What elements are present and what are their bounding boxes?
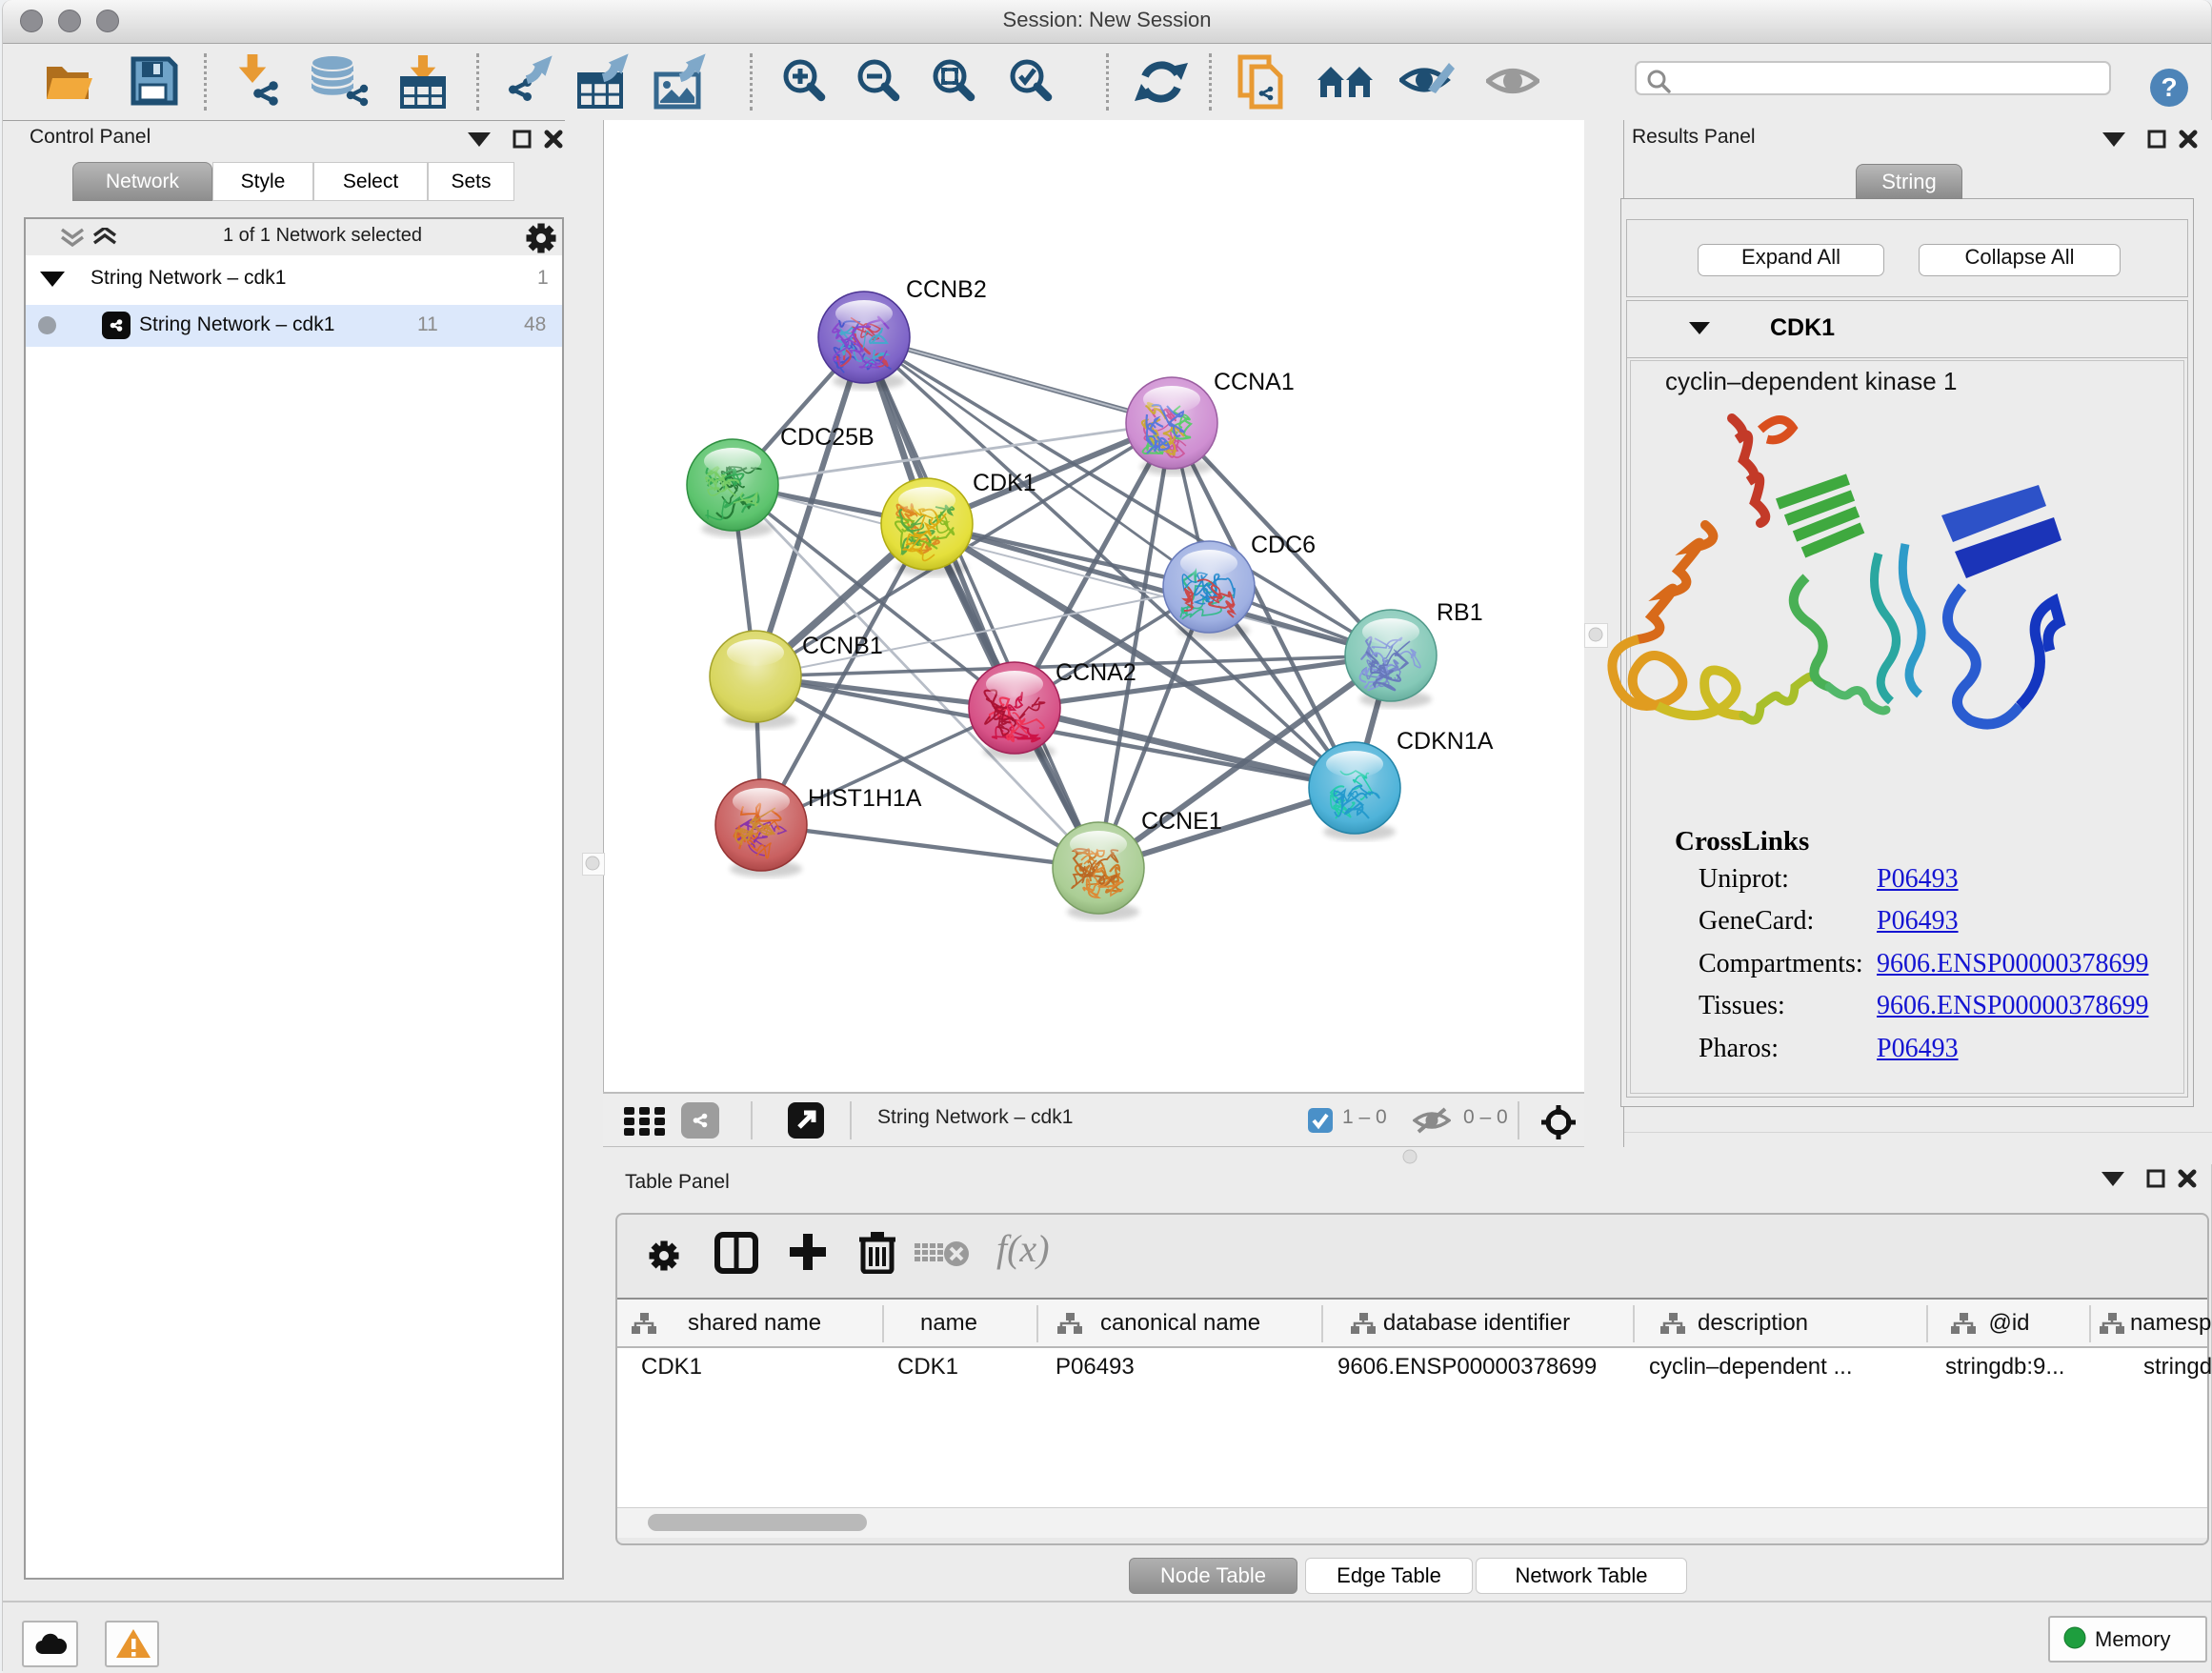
svg-text:CDC25B: CDC25B [780, 424, 875, 451]
svg-text:CCNB2: CCNB2 [906, 276, 987, 303]
svg-text:CCNA2: CCNA2 [1056, 659, 1136, 686]
svg-text:?: ? [2161, 72, 2177, 102]
svg-text:CDK1: CDK1 [973, 470, 1036, 496]
svg-text:CCNA1: CCNA1 [1214, 369, 1295, 395]
svg-text:CDC6: CDC6 [1251, 532, 1316, 558]
svg-text:CCNB1: CCNB1 [802, 633, 883, 659]
svg-text:HIST1H1A: HIST1H1A [808, 785, 922, 812]
svg-text:CCNE1: CCNE1 [1141, 808, 1222, 835]
svg-text:CDKN1A: CDKN1A [1397, 728, 1494, 755]
svg-text:RB1: RB1 [1437, 599, 1483, 626]
